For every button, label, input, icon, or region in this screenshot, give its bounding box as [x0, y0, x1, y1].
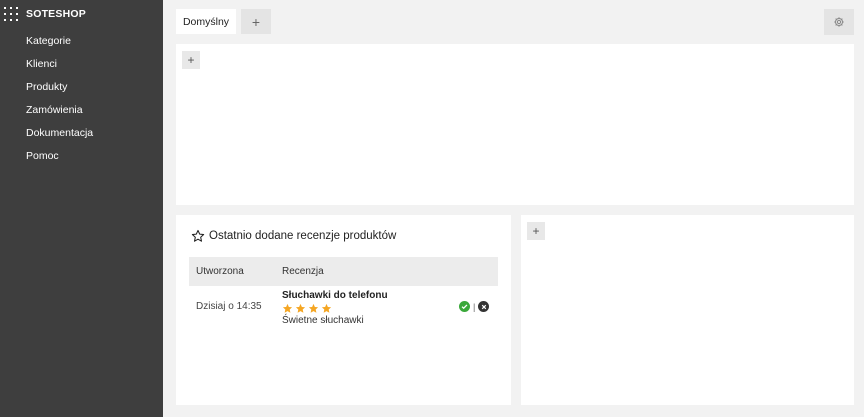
tab-default[interactable]: Domyślny	[176, 9, 236, 34]
add-widget-button[interactable]: +	[182, 51, 200, 69]
sidebar-item-kategorie[interactable]: Kategorie	[26, 34, 93, 57]
add-widget-button-right[interactable]: +	[527, 222, 545, 240]
rating-star-icon	[282, 303, 293, 313]
review-cell: Słuchawki do telefonu Świetne słuchawki	[282, 290, 388, 326]
sidebar-item-pomoc[interactable]: Pomoc	[26, 149, 93, 172]
settings-button[interactable]	[824, 9, 854, 35]
review-created-date: Dzisiaj o 14:35	[196, 301, 262, 312]
column-header-created: Utworzona	[196, 266, 244, 277]
rating-star-icon	[321, 303, 332, 313]
sidebar-item-zamowienia[interactable]: Zamówienia	[26, 103, 93, 126]
rating-star-icon	[295, 303, 306, 313]
sidebar-menu: Kategorie Klienci Produkty Zamówienia Do…	[26, 34, 93, 172]
action-separator: |	[473, 301, 476, 312]
review-product-name[interactable]: Słuchawki do telefonu	[282, 290, 388, 301]
dashboard-panel-top: +	[176, 44, 854, 205]
check-icon	[461, 304, 468, 310]
reject-button[interactable]	[478, 301, 490, 312]
gear-icon	[834, 17, 844, 27]
reviews-widget: Ostatnio dodane recenzje produktów Utwor…	[176, 215, 511, 405]
sidebar-item-dokumentacja[interactable]: Dokumentacja	[26, 126, 93, 149]
brand[interactable]: SOTESHOP	[4, 6, 86, 22]
review-actions: |	[459, 301, 490, 312]
sidebar-item-klienci[interactable]: Klienci	[26, 57, 93, 80]
review-rating	[282, 303, 388, 314]
widget-title-text: Ostatnio dodane recenzje produktów	[209, 230, 397, 242]
rating-star-icon	[308, 303, 319, 313]
review-text: Świetne słuchawki	[282, 315, 364, 326]
sidebar: SOTESHOP Kategorie Klienci Produkty Zamó…	[0, 0, 163, 417]
table-row: Dzisiaj o 14:35 Słuchawki do telefonu Św…	[189, 286, 498, 330]
column-header-review: Recenzja	[282, 266, 324, 277]
approve-button[interactable]	[459, 301, 470, 312]
apps-grid-icon[interactable]	[4, 7, 18, 21]
table-header: Utworzona Recenzja	[189, 257, 498, 286]
widget-title: Ostatnio dodane recenzje produktów	[191, 229, 396, 243]
dashboard-panel-right: +	[521, 215, 854, 405]
star-outline-icon	[191, 229, 205, 242]
add-tab-button[interactable]: +	[241, 9, 271, 34]
brand-name: SOTESHOP	[26, 8, 86, 20]
sidebar-item-produkty[interactable]: Produkty	[26, 80, 93, 103]
close-icon	[481, 304, 487, 309]
